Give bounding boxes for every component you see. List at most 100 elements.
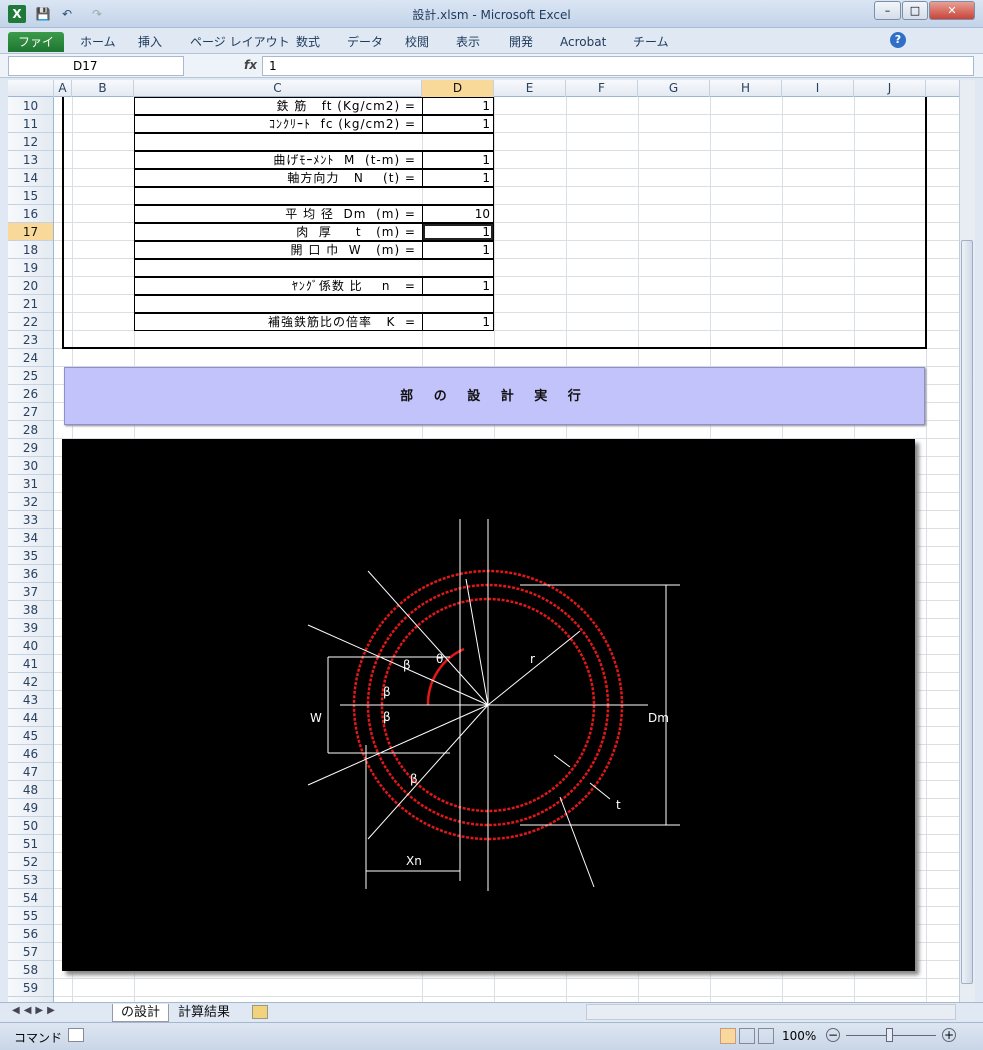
active-cell-d17[interactable]: 1 bbox=[422, 223, 494, 241]
name-box[interactable]: D17 bbox=[8, 56, 184, 76]
row-header-28[interactable]: 28 bbox=[8, 421, 53, 439]
row-header-16[interactable]: 16 bbox=[8, 205, 53, 223]
row-header-55[interactable]: 55 bbox=[8, 907, 53, 925]
page-layout-view-icon[interactable] bbox=[739, 1028, 755, 1044]
row-header-14[interactable]: 14 bbox=[8, 169, 53, 187]
normal-view-icon[interactable] bbox=[720, 1028, 736, 1044]
formula-input[interactable]: 1 bbox=[262, 56, 974, 76]
row-header-11[interactable]: 11 bbox=[8, 115, 53, 133]
row-header-43[interactable]: 43 bbox=[8, 691, 53, 709]
close-button[interactable]: ✕ bbox=[929, 1, 975, 20]
param-label[interactable]: ﾔﾝｸﾞ係数 比 n = bbox=[134, 277, 422, 295]
worksheet[interactable]: A B C D E F G H I J 10 11 12 13 14 15 16 17 18 19… bbox=[8, 80, 959, 1002]
row-header-49[interactable]: 49 bbox=[8, 799, 53, 817]
col-header-f[interactable]: F bbox=[566, 80, 638, 97]
tab-data[interactable]: データ bbox=[341, 32, 389, 52]
row-header-56[interactable]: 56 bbox=[8, 925, 53, 943]
vertical-scroll-thumb[interactable] bbox=[961, 240, 973, 984]
row-header-20[interactable]: 20 bbox=[8, 277, 53, 295]
horizontal-scrollbar[interactable] bbox=[586, 1004, 956, 1020]
new-sheet-icon[interactable] bbox=[252, 1005, 268, 1019]
tab-acrobat[interactable]: Acrobat bbox=[554, 32, 612, 52]
row-header-21[interactable]: 21 bbox=[8, 295, 53, 313]
tab-developer[interactable]: 開発 bbox=[503, 32, 539, 52]
row-header-45[interactable]: 45 bbox=[8, 727, 53, 745]
zoom-slider-thumb[interactable] bbox=[886, 1028, 893, 1042]
col-header-g[interactable]: G bbox=[638, 80, 710, 97]
empty-row-cell[interactable] bbox=[134, 295, 494, 313]
row-header-41[interactable]: 41 bbox=[8, 655, 53, 673]
row-header-54[interactable]: 54 bbox=[8, 889, 53, 907]
macro-record-icon[interactable] bbox=[68, 1028, 84, 1042]
help-icon[interactable]: ? bbox=[890, 32, 906, 48]
row-header-42[interactable]: 42 bbox=[8, 673, 53, 691]
tab-home[interactable]: ホーム bbox=[74, 32, 122, 52]
row-header-19[interactable]: 19 bbox=[8, 259, 53, 277]
tab-formulas[interactable]: 数式 bbox=[290, 32, 326, 52]
zoom-out-button[interactable]: − bbox=[826, 1028, 840, 1042]
empty-row-cell[interactable] bbox=[134, 259, 494, 277]
fx-icon[interactable]: fx bbox=[244, 58, 257, 72]
row-header-18[interactable]: 18 bbox=[8, 241, 53, 259]
row-header-57[interactable]: 57 bbox=[8, 943, 53, 961]
row-header-38[interactable]: 38 bbox=[8, 601, 53, 619]
row-header-13[interactable]: 13 bbox=[8, 151, 53, 169]
row-header-58[interactable]: 58 bbox=[8, 961, 53, 979]
param-value-cell[interactable]: 1 bbox=[422, 241, 494, 259]
param-label[interactable]: 曲げﾓｰﾒﾝﾄ M (t-m) = bbox=[134, 151, 422, 169]
maximize-button[interactable]: □ bbox=[902, 1, 928, 20]
param-value-cell[interactable]: 1 bbox=[422, 277, 494, 295]
row-header-12[interactable]: 12 bbox=[8, 133, 53, 151]
row-header-17[interactable]: 17 bbox=[8, 223, 53, 241]
sheet-tab-design[interactable]: の設計 bbox=[112, 1004, 170, 1022]
row-header-39[interactable]: 39 bbox=[8, 619, 53, 637]
row-header-33[interactable]: 33 bbox=[8, 511, 53, 529]
tab-file[interactable]: ファイル bbox=[8, 32, 64, 69]
empty-row-cell[interactable] bbox=[134, 187, 494, 205]
minimize-button[interactable]: – bbox=[874, 1, 901, 20]
col-header-c[interactable]: C bbox=[134, 80, 422, 97]
row-header-53[interactable]: 53 bbox=[8, 871, 53, 889]
param-label[interactable]: 鉄 筋 ft (Kg/cm2) = bbox=[134, 97, 422, 115]
param-label[interactable]: 肉 厚 t (m) = bbox=[134, 223, 422, 241]
row-header-10[interactable]: 10 bbox=[8, 97, 53, 115]
row-header-47[interactable]: 47 bbox=[8, 763, 53, 781]
row-header-27[interactable]: 27 bbox=[8, 403, 53, 421]
run-design-button[interactable]: 部 の 設 計 実 行 bbox=[64, 367, 925, 425]
tab-team[interactable]: チーム bbox=[627, 32, 675, 52]
tab-view[interactable]: 表示 bbox=[450, 32, 486, 52]
col-header-h[interactable]: H bbox=[710, 80, 782, 97]
param-value-cell[interactable]: 10 bbox=[422, 205, 494, 223]
page-break-view-icon[interactable] bbox=[758, 1028, 774, 1044]
row-header-24[interactable]: 24 bbox=[8, 349, 53, 367]
sheet-nav-arrows[interactable]: ◀◀▶▶ bbox=[12, 1005, 59, 1016]
row-header-25[interactable]: 25 bbox=[8, 367, 53, 385]
col-header-e[interactable]: E bbox=[494, 80, 566, 97]
param-label[interactable]: ｺﾝｸﾘｰﾄ fc (kg/cm2) = bbox=[134, 115, 422, 133]
col-header-b[interactable]: B bbox=[72, 80, 134, 97]
row-header-40[interactable]: 40 bbox=[8, 637, 53, 655]
sheet-tab-results[interactable]: 計算結果 bbox=[170, 1004, 238, 1022]
row-header-37[interactable]: 37 bbox=[8, 583, 53, 601]
param-value-cell[interactable]: 1 bbox=[422, 97, 494, 115]
empty-row-cell[interactable] bbox=[134, 133, 494, 151]
row-header-51[interactable]: 51 bbox=[8, 835, 53, 853]
row-header-50[interactable]: 50 bbox=[8, 817, 53, 835]
col-header-i[interactable]: I bbox=[782, 80, 854, 97]
param-value-cell[interactable]: 1 bbox=[422, 313, 494, 331]
tab-review[interactable]: 校閲 bbox=[399, 32, 435, 52]
row-header-46[interactable]: 46 bbox=[8, 745, 53, 763]
param-value-cell[interactable]: 1 bbox=[422, 151, 494, 169]
param-label[interactable]: 軸方向力 N (t) = bbox=[134, 169, 422, 187]
row-header-59[interactable]: 59 bbox=[8, 979, 53, 997]
col-header-j[interactable]: J bbox=[854, 80, 926, 97]
row-header-32[interactable]: 32 bbox=[8, 493, 53, 511]
row-header-34[interactable]: 34 bbox=[8, 529, 53, 547]
param-value-cell[interactable]: 1 bbox=[422, 115, 494, 133]
row-header-48[interactable]: 48 bbox=[8, 781, 53, 799]
row-header-26[interactable]: 26 bbox=[8, 385, 53, 403]
row-header-35[interactable]: 35 bbox=[8, 547, 53, 565]
param-label[interactable]: 補強鉄筋比の倍率 K = bbox=[134, 313, 422, 331]
param-value-cell[interactable]: 1 bbox=[422, 169, 494, 187]
param-label[interactable]: 平 均 径 Dm (m) = bbox=[134, 205, 422, 223]
